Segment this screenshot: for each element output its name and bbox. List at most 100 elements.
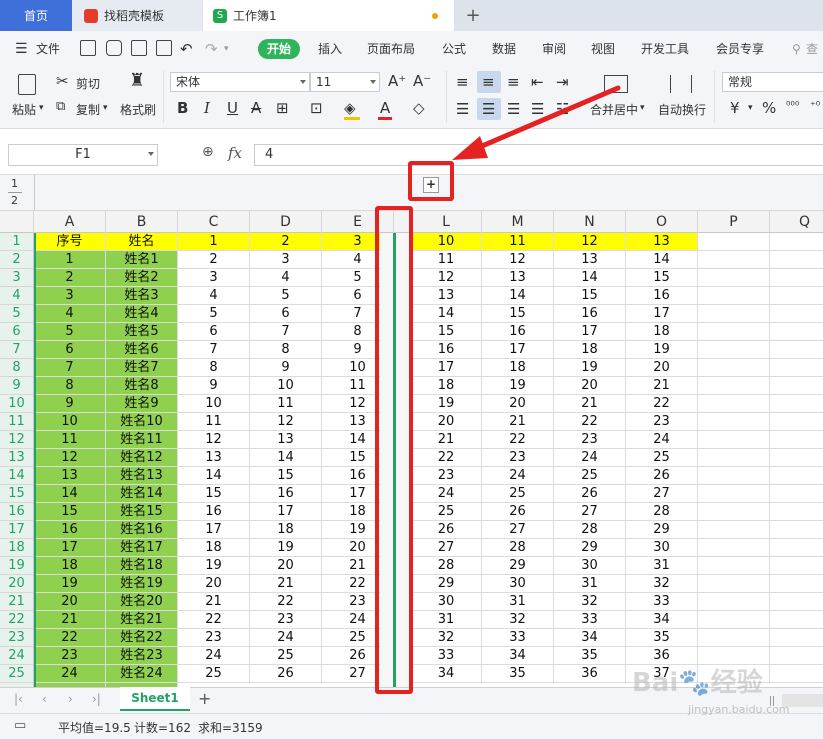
table-cell[interactable]: 10 [178,395,250,413]
table-cell[interactable]: 33 [626,593,698,611]
table-cell[interactable]: 20 [554,377,626,395]
table-cell[interactable]: 26 [250,665,322,683]
table-cell[interactable]: 30 [554,557,626,575]
table-cell[interactable] [770,647,823,665]
table-cell[interactable]: 21 [178,593,250,611]
row-header[interactable]: 19 [0,557,34,575]
row-header[interactable]: 7 [0,341,34,359]
copy-button[interactable]: 复制 [76,101,100,118]
table-cell[interactable]: 27 [554,503,626,521]
table-cell[interactable]: 姓名23 [106,647,178,665]
add-sheet-button[interactable]: + [198,689,211,708]
table-cell[interactable]: 34 [482,647,554,665]
table-cell[interactable]: 15 [178,485,250,503]
table-cell[interactable]: 3 [178,269,250,287]
cell-mode-icon[interactable]: ▭ [14,718,26,733]
table-cell[interactable]: 14 [411,305,482,323]
table-cell[interactable]: 32 [554,593,626,611]
table-cell[interactable]: 13 [178,449,250,467]
table-cell[interactable]: 10 [34,413,106,431]
table-cell[interactable] [770,485,823,503]
header-cell[interactable] [698,233,770,251]
tab-templates[interactable]: 找稻壳模板 [72,0,202,31]
table-cell[interactable]: 14 [554,269,626,287]
row-header[interactable]: 16 [0,503,34,521]
export-icon[interactable] [106,40,122,56]
table-cell[interactable]: 20 [482,395,554,413]
italic-icon[interactable]: I [204,99,210,117]
next-sheet-icon[interactable]: › [68,692,73,706]
table-cell[interactable]: 22 [411,449,482,467]
header-cell[interactable]: 姓名 [106,233,178,251]
table-cell[interactable]: 25 [250,647,322,665]
column-header[interactable]: Q [770,211,823,233]
table-cell[interactable]: 20 [250,557,322,575]
table-cell[interactable]: 26 [482,503,554,521]
table-cell[interactable]: 28 [411,557,482,575]
table-cell[interactable]: 姓名13 [106,467,178,485]
table-cell[interactable]: 姓名8 [106,377,178,395]
row-header[interactable]: 15 [0,485,34,503]
table-cell[interactable] [770,521,823,539]
save-icon[interactable] [80,40,96,56]
table-cell[interactable]: 32 [411,629,482,647]
table-cell[interactable] [770,467,823,485]
table-cell[interactable] [770,269,823,287]
row-header[interactable]: 22 [0,611,34,629]
table-cell[interactable]: 24 [482,467,554,485]
table-cell[interactable]: 12 [482,251,554,269]
table-cell[interactable] [698,395,770,413]
wrap-text-button[interactable]: 自动换行 [658,101,706,118]
table-cell[interactable] [698,485,770,503]
table-cell[interactable]: 28 [626,503,698,521]
table-cell[interactable]: 11 [411,251,482,269]
table-cell[interactable]: 4 [34,305,106,323]
row-header[interactable]: 10 [0,395,34,413]
table-cell[interactable]: 1 [34,251,106,269]
table-cell[interactable]: 18 [482,359,554,377]
table-cell[interactable]: 6 [178,323,250,341]
table-cell[interactable]: 12 [250,413,322,431]
table-cell[interactable] [770,593,823,611]
table-cell[interactable] [698,539,770,557]
table-cell[interactable] [770,503,823,521]
table-cell[interactable]: 17 [411,359,482,377]
table-cell[interactable]: 19 [178,557,250,575]
table-cell[interactable]: 12 [34,449,106,467]
table-cell[interactable]: 16 [411,341,482,359]
table-cell[interactable]: 16 [178,503,250,521]
table-cell[interactable]: 35 [554,647,626,665]
table-cell[interactable]: 17 [34,539,106,557]
table-cell[interactable]: 4 [250,269,322,287]
table-cell[interactable]: 30 [626,539,698,557]
table-cell[interactable] [698,611,770,629]
header-cell[interactable]: 1 [178,233,250,251]
fill-color-icon[interactable]: ◈ [344,99,356,117]
header-cell[interactable]: 序号 [34,233,106,251]
table-cell[interactable]: 8 [250,341,322,359]
print-icon[interactable] [131,40,147,56]
paste-dropdown-icon[interactable]: ▾ [39,103,44,113]
table-cell[interactable]: 28 [554,521,626,539]
table-cell[interactable]: 7 [34,359,106,377]
table-cell[interactable]: 姓名11 [106,431,178,449]
cut-button[interactable]: 剪切 [76,75,100,92]
table-cell[interactable]: 16 [554,305,626,323]
table-cell[interactable]: 22 [178,611,250,629]
table-cell[interactable]: 8 [178,359,250,377]
table-cell[interactable]: 15 [34,503,106,521]
row-header[interactable]: 21 [0,593,34,611]
table-cell[interactable]: 6 [250,305,322,323]
select-all-corner[interactable] [0,211,34,233]
table-cell[interactable]: 23 [34,647,106,665]
row-header[interactable]: 9 [0,377,34,395]
table-cell[interactable]: 2 [178,251,250,269]
bold-icon[interactable]: B [177,99,188,117]
clear-format-icon[interactable]: ◇ [413,99,425,117]
table-cell[interactable] [698,359,770,377]
column-header[interactable]: N [554,211,626,233]
table-cell[interactable]: 24 [554,449,626,467]
table-cell[interactable] [698,377,770,395]
menu-page-layout[interactable]: 页面布局 [367,39,415,59]
row-header[interactable]: 5 [0,305,34,323]
